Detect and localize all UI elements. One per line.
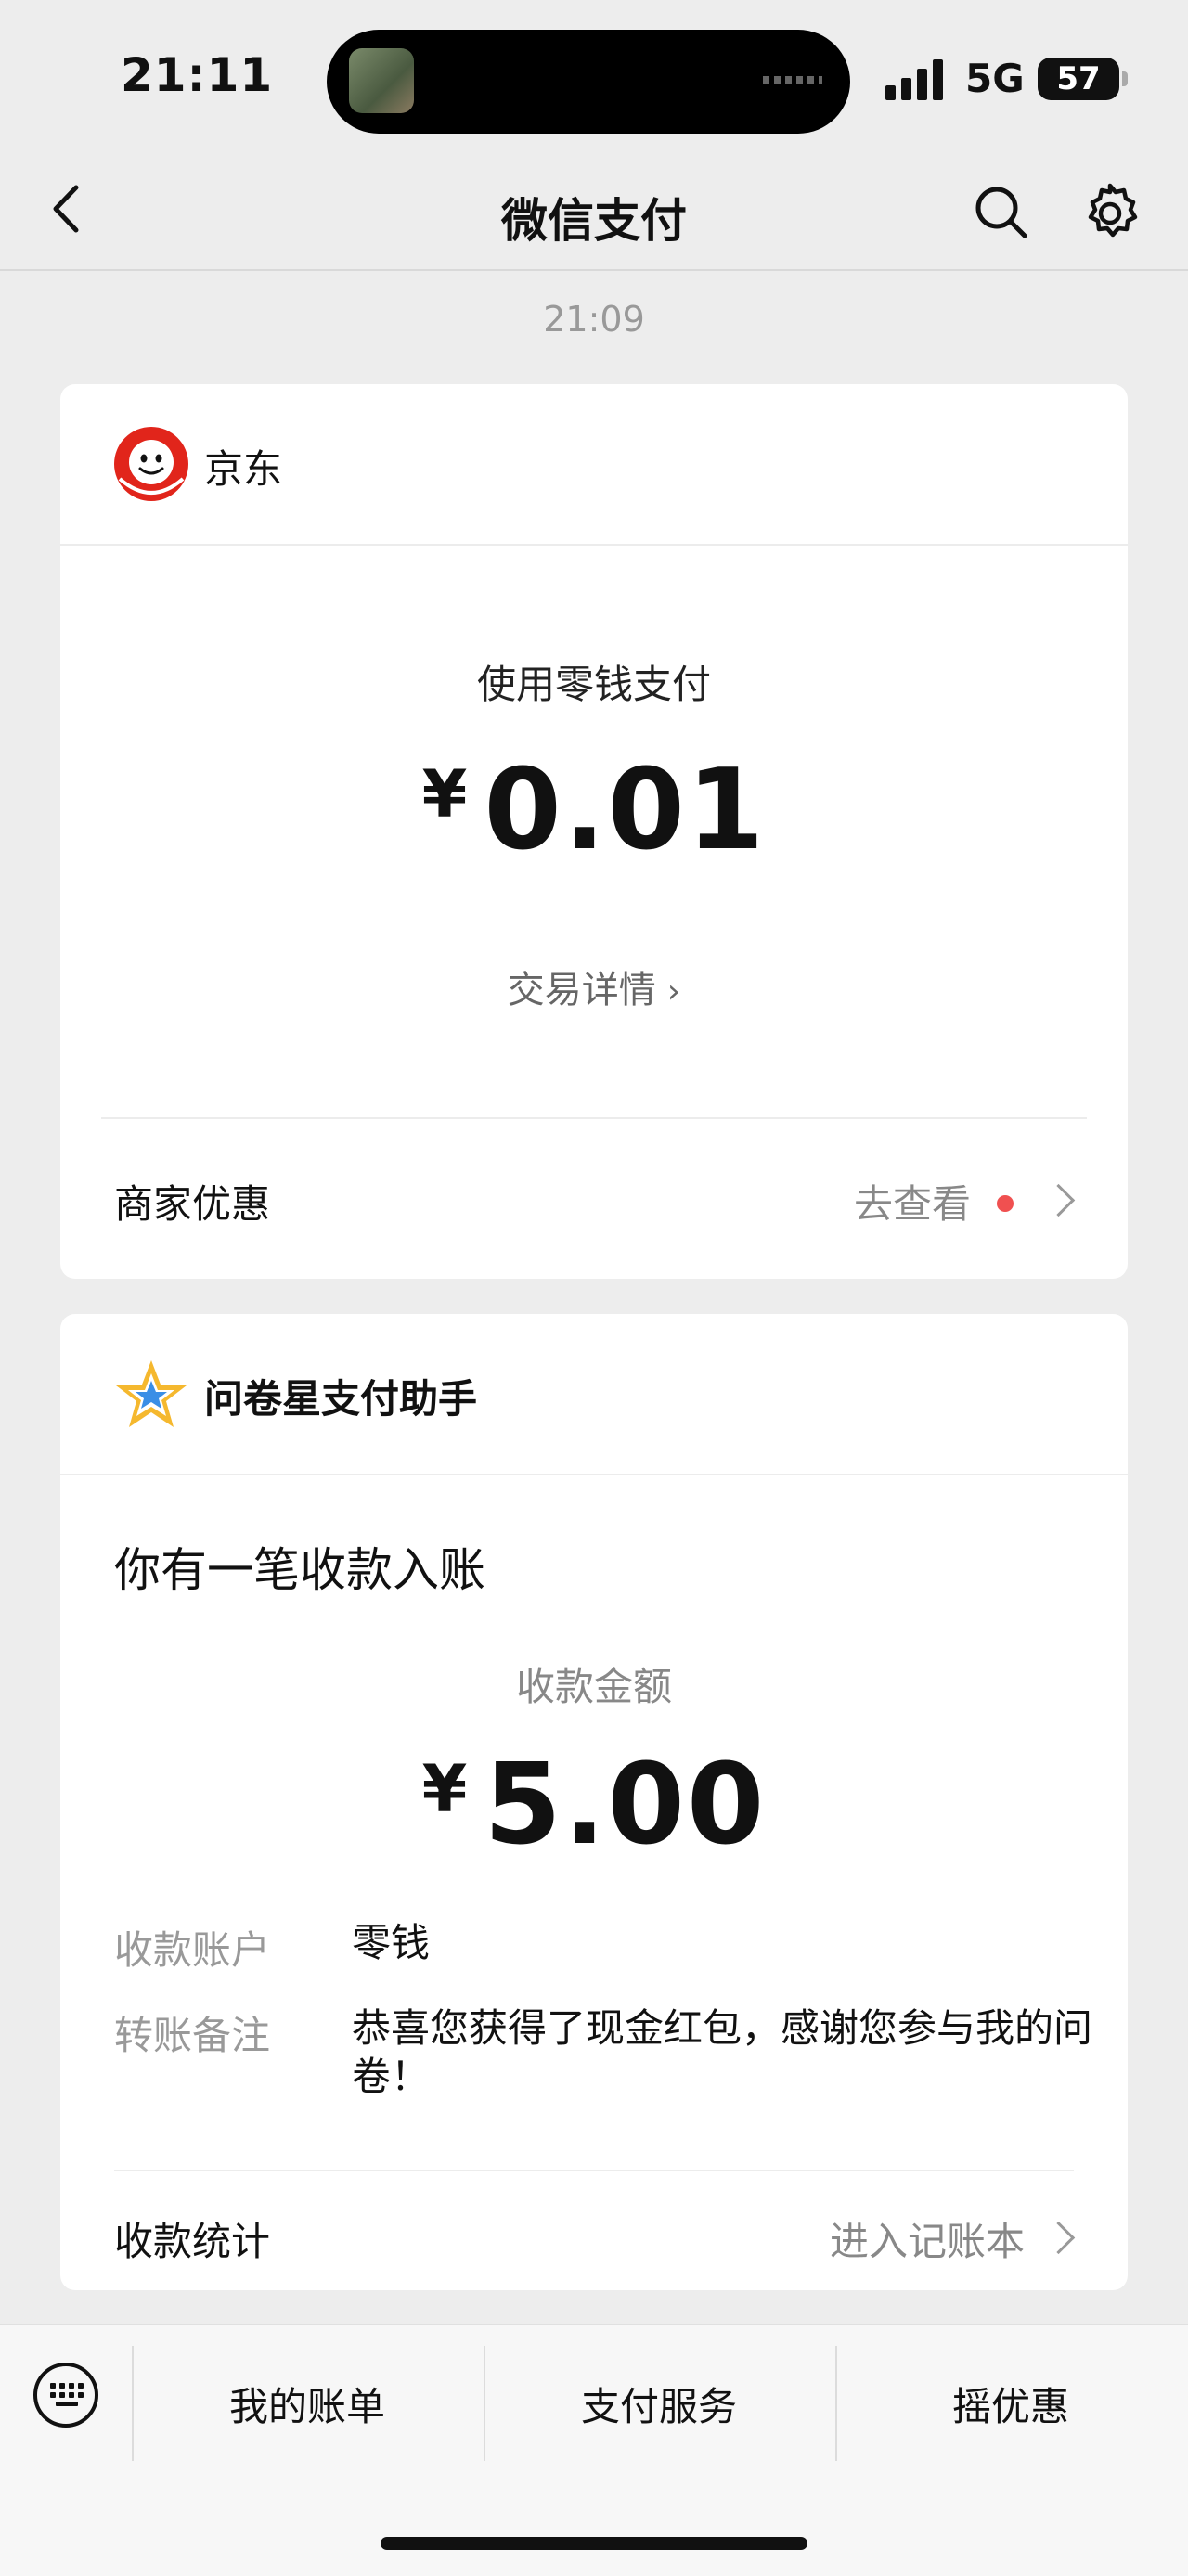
transaction-detail-link[interactable]: 交易详情 ›: [60, 960, 1128, 1013]
chevron-right-icon: [1041, 2221, 1076, 2255]
amount-value: 5.00: [484, 1741, 767, 1870]
account-key: 收款账户: [114, 1927, 271, 1973]
payment-amount: ¥0.01: [60, 746, 1128, 875]
card-header: 京东: [60, 384, 1128, 546]
merchant-name: 问卷星支付助手: [204, 1376, 478, 1422]
star-icon: [112, 1355, 190, 1433]
detail-link-label: 交易详情: [507, 969, 656, 1011]
merchant-offer-action[interactable]: 去查看: [853, 1173, 1076, 1230]
receipt-stats-label: 收款统计: [114, 2219, 271, 2264]
menu-item-shake-offers[interactable]: 摇优惠: [835, 2376, 1186, 2432]
pay-method-label: 使用零钱支付: [476, 662, 711, 707]
search-icon[interactable]: [969, 180, 1032, 243]
receipt-card-wjx[interactable]: 问卷星支付助手 你有一笔收款入账 收款金额 ¥5.00 收款账户 零钱 转账备注…: [60, 1314, 1128, 2290]
status-bar: 21:11 5G 57: [0, 0, 1188, 148]
network-label: 5G: [965, 56, 1025, 101]
red-dot-badge: [997, 1195, 1014, 1212]
receipt-stats-action[interactable]: 进入记账本: [829, 2210, 1076, 2267]
receipt-notice: 你有一笔收款入账: [114, 1543, 485, 1597]
battery-icon: 57: [1038, 58, 1128, 100]
dynamic-island: [327, 30, 850, 134]
home-indicator[interactable]: [381, 2537, 807, 2550]
currency-symbol: ¥: [421, 756, 468, 832]
remark-value: 恭喜您获得了现金红包，感谢您参与我的问卷！: [352, 2005, 1093, 2099]
chevron-right-icon: ›: [666, 972, 681, 1011]
merchant-offer-label: 商家优惠: [114, 1181, 271, 1227]
offer-action-label: 去查看: [853, 1181, 971, 1227]
divider: [101, 1117, 1087, 1119]
card-header: 问卷星支付助手: [60, 1314, 1128, 1475]
media-thumbnail: [349, 48, 414, 113]
remark-key: 转账备注: [114, 2013, 271, 2058]
menu-item-my-bills[interactable]: 我的账单: [132, 2376, 483, 2432]
jd-logo-icon: [112, 425, 190, 503]
account-value: 零钱: [352, 1920, 431, 1965]
divider: [114, 2170, 1074, 2171]
amount-label: 收款金额: [515, 1664, 672, 1709]
menu-item-payment-services[interactable]: 支付服务: [484, 2376, 834, 2432]
nav-bar: 微信支付: [0, 148, 1188, 271]
stats-action-label: 进入记账本: [829, 2219, 1025, 2264]
message-timestamp: 21:09: [543, 299, 645, 340]
signal-icon: [885, 59, 945, 100]
amount-value: 0.01: [484, 746, 767, 875]
payment-card-jd[interactable]: 京东 使用零钱支付 ¥0.01 交易详情 › 商家优惠 去查看: [60, 384, 1128, 1279]
waveform-icon: [763, 76, 822, 84]
gear-icon[interactable]: [1077, 180, 1143, 247]
currency-symbol: ¥: [421, 1751, 468, 1827]
merchant-name: 京东: [204, 446, 283, 492]
keyboard-icon[interactable]: [33, 2363, 98, 2428]
chevron-right-icon: [1041, 1183, 1076, 1217]
receipt-amount: ¥5.00: [60, 1741, 1128, 1870]
status-time: 21:11: [121, 48, 274, 102]
